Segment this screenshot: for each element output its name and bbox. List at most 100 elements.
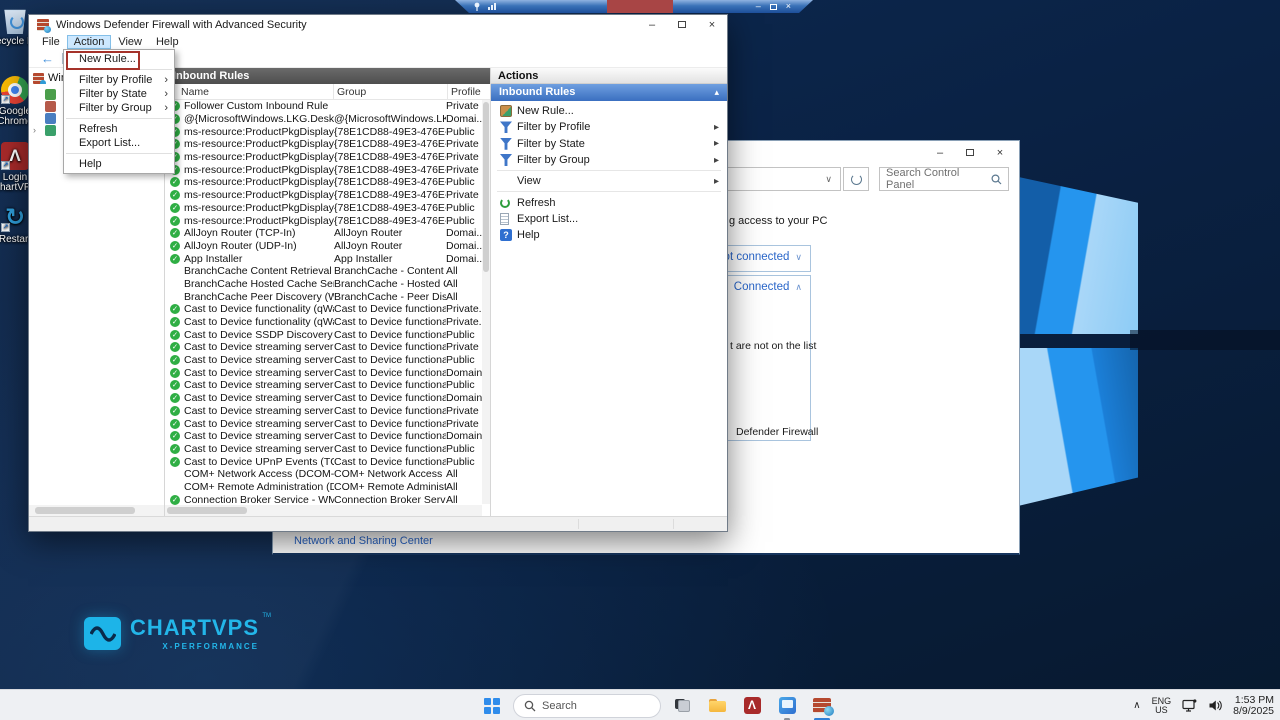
cp-search-box[interactable]: Search Control Panel bbox=[879, 167, 1009, 191]
column-group[interactable]: Group bbox=[337, 86, 366, 98]
chevron-down-icon[interactable]: ∨ bbox=[825, 174, 832, 185]
rule-row[interactable]: Cast to Device streaming server (HTTP-St… bbox=[165, 366, 482, 379]
menu-help[interactable]: Help bbox=[149, 35, 186, 49]
fw-minimize-button[interactable]: – bbox=[637, 15, 667, 34]
rule-row[interactable]: COM+ Network Access (DCOM-In)COM+ Networ… bbox=[165, 468, 482, 481]
list-vertical-scrollbar[interactable] bbox=[482, 100, 490, 504]
action-view[interactable]: View bbox=[491, 173, 727, 189]
actions-group-inbound-rules[interactable]: Inbound Rules bbox=[491, 84, 727, 101]
menu-item-filter-by-state[interactable]: Filter by State bbox=[64, 87, 174, 101]
task-view-button[interactable] bbox=[668, 692, 696, 720]
rule-row[interactable]: ms-resource:ProductPkgDisplayName{78E1CD… bbox=[165, 176, 482, 189]
menu-item-new-rule[interactable]: New Rule... bbox=[64, 52, 174, 66]
menu-item-refresh[interactable]: Refresh bbox=[64, 122, 174, 136]
column-name[interactable]: Name bbox=[181, 86, 209, 98]
action-refresh[interactable]: Refresh bbox=[491, 194, 727, 210]
action-export-list[interactable]: Export List... bbox=[491, 211, 727, 227]
network-sharing-center-link[interactable]: Network and Sharing Center bbox=[294, 535, 433, 547]
action-label: New Rule... bbox=[517, 105, 574, 117]
rule-row[interactable]: @{MicrosoftWindows.LKG.DesktopSpotli...@… bbox=[165, 113, 482, 126]
rule-row[interactable]: ms-resource:ProductPkgDisplayName{78E1CD… bbox=[165, 125, 482, 138]
rule-row[interactable]: ms-resource:ProductPkgDisplayName{78E1CD… bbox=[165, 214, 482, 227]
rule-row[interactable]: Cast to Device SSDP Discovery (UDP-In)Ca… bbox=[165, 328, 482, 341]
hidden-icons-chevron[interactable] bbox=[1133, 700, 1140, 711]
tree-expander-icon[interactable]: › bbox=[33, 125, 36, 135]
rule-enabled-icon bbox=[170, 457, 180, 467]
rule-row[interactable]: AllJoyn Router (TCP-In)AllJoyn RouterDom… bbox=[165, 227, 482, 240]
rule-profile: Private bbox=[446, 138, 482, 150]
action-filter-by-state[interactable]: Filter by State bbox=[491, 136, 727, 152]
status-bar bbox=[29, 516, 727, 531]
rule-row[interactable]: App InstallerApp InstallerDomai... bbox=[165, 252, 482, 265]
collapse-arrow-icon[interactable] bbox=[714, 84, 719, 101]
menu-item-filter-by-profile[interactable]: Filter by Profile bbox=[64, 73, 174, 87]
rule-row[interactable]: ms-resource:ProductPkgDisplayName{78E1CD… bbox=[165, 189, 482, 202]
rule-row[interactable]: ms-resource:ProductPkgDisplayName{78E1CD… bbox=[165, 151, 482, 164]
photos-taskbar-button[interactable] bbox=[773, 692, 801, 720]
rule-row[interactable]: ms-resource:ProductPkgDisplayName{78E1CD… bbox=[165, 163, 482, 176]
rule-row[interactable]: Cast to Device functionality (qWave-UDP.… bbox=[165, 316, 482, 329]
rule-row[interactable]: BranchCache Peer Discovery (WSD-In)Branc… bbox=[165, 290, 482, 303]
taskbar-search[interactable]: Search bbox=[513, 694, 661, 718]
rdp-close-button[interactable]: × bbox=[786, 2, 791, 11]
column-profile[interactable]: Profile bbox=[451, 86, 481, 98]
shortcut-arrow-icon bbox=[1, 95, 10, 104]
action-filter-by-group[interactable]: Filter by Group bbox=[491, 152, 727, 168]
rule-row[interactable]: Follower Custom Inbound RulePrivate bbox=[165, 100, 482, 113]
menu-item-help[interactable]: Help bbox=[64, 157, 174, 171]
rule-row[interactable]: COM+ Remote Administration (DCOM-In)COM+… bbox=[165, 481, 482, 494]
start-button[interactable] bbox=[478, 692, 506, 720]
rule-row[interactable]: Cast to Device streaming server (RTSP-St… bbox=[165, 417, 482, 430]
rule-name: BranchCache Peer Discovery (WSD-In) bbox=[184, 291, 334, 303]
list-horizontal-scrollbar[interactable] bbox=[165, 505, 482, 516]
cp-search-placeholder: Search Control Panel bbox=[886, 167, 987, 191]
tree-horizontal-scrollbar[interactable] bbox=[29, 505, 164, 516]
cp-minimize-button[interactable]: – bbox=[925, 144, 955, 161]
rule-row[interactable]: Cast to Device streaming server (RTCP-St… bbox=[165, 379, 482, 392]
file-explorer-button[interactable] bbox=[703, 692, 731, 720]
rule-row[interactable]: Cast to Device streaming server (RTSP-St… bbox=[165, 430, 482, 443]
action-new-rule[interactable]: New Rule... bbox=[491, 103, 727, 119]
rule-row[interactable]: ms-resource:ProductPkgDisplayName{78E1CD… bbox=[165, 202, 482, 215]
rule-row[interactable]: Cast to Device streaming server (HTTP-St… bbox=[165, 341, 482, 354]
rdp-connection-bar[interactable]: – × bbox=[455, 0, 813, 13]
rdp-restore-button[interactable] bbox=[770, 4, 777, 10]
rule-row[interactable]: BranchCache Hosted Cache Server (HTT...B… bbox=[165, 278, 482, 291]
firewall-titlebar[interactable]: Windows Defender Firewall with Advanced … bbox=[29, 15, 727, 34]
tree-connection-security-icon[interactable] bbox=[45, 113, 56, 124]
rule-row[interactable]: Cast to Device streaming server (RTCP-St… bbox=[165, 405, 482, 418]
clock[interactable]: 1:53 PM 8/9/2025 bbox=[1233, 695, 1274, 717]
fw-close-button[interactable]: × bbox=[697, 15, 727, 34]
rule-row[interactable]: ms-resource:ProductPkgDisplayName{78E1CD… bbox=[165, 138, 482, 151]
firewall-taskbar-button[interactable] bbox=[808, 692, 836, 720]
rdp-minimize-button[interactable]: – bbox=[756, 2, 761, 11]
chartvps-taskbar-button[interactable]: Λ bbox=[738, 692, 766, 720]
tree-monitoring-icon[interactable] bbox=[45, 125, 56, 136]
rule-row[interactable]: Cast to Device functionality (qWave-TCP.… bbox=[165, 303, 482, 316]
tree-inbound-rules-icon[interactable] bbox=[45, 89, 56, 100]
network-icon[interactable] bbox=[1182, 699, 1197, 712]
rule-row[interactable]: BranchCache Content Retrieval (HTTP-In)B… bbox=[165, 265, 482, 278]
rule-row[interactable]: Cast to Device UPnP Events (TCP-In)Cast … bbox=[165, 455, 482, 468]
rule-row[interactable]: AllJoyn Router (UDP-In)AllJoyn RouterDom… bbox=[165, 240, 482, 253]
cp-access-text: g access to your PC bbox=[729, 215, 827, 227]
action-help[interactable]: Help bbox=[491, 227, 727, 243]
menu-item-filter-by-group[interactable]: Filter by Group bbox=[64, 101, 174, 115]
refresh-button[interactable] bbox=[843, 167, 869, 191]
language-indicator[interactable]: ENG US bbox=[1152, 697, 1172, 715]
volume-icon[interactable] bbox=[1208, 699, 1222, 712]
rule-name: Cast to Device streaming server (RTCP-St… bbox=[184, 379, 334, 391]
rule-row[interactable]: Cast to Device streaming server (HTTP-St… bbox=[165, 354, 482, 367]
rule-row[interactable]: Cast to Device streaming server (RTCP-St… bbox=[165, 392, 482, 405]
fw-maximize-button[interactable] bbox=[667, 15, 697, 34]
rule-row[interactable]: Cast to Device streaming server (RTSP-St… bbox=[165, 443, 482, 456]
cp-close-button[interactable]: × bbox=[985, 144, 1015, 161]
action-filter-by-profile[interactable]: Filter by Profile bbox=[491, 119, 727, 135]
menu-file[interactable]: File bbox=[35, 35, 67, 49]
tree-outbound-rules-icon[interactable] bbox=[45, 101, 56, 112]
menu-item-export-list[interactable]: Export List... bbox=[64, 136, 174, 150]
cp-maximize-button[interactable] bbox=[955, 144, 985, 161]
menu-action[interactable]: Action bbox=[67, 35, 112, 49]
menu-view[interactable]: View bbox=[111, 35, 149, 49]
back-button[interactable] bbox=[41, 52, 54, 65]
